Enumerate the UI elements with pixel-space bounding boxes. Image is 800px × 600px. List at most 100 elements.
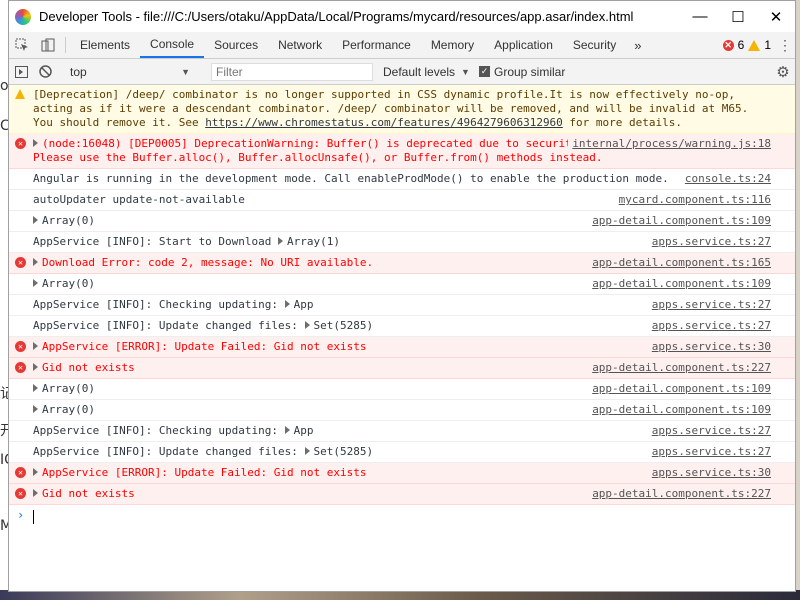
source-link[interactable]: app-detail.component.ts:109	[588, 403, 771, 417]
log-levels-label: Default levels	[383, 64, 456, 79]
tab-security[interactable]: Security	[563, 32, 626, 58]
source-link[interactable]: apps.service.ts:27	[648, 319, 771, 333]
expand-triangle-icon[interactable]	[284, 426, 290, 434]
device-icon	[41, 38, 55, 52]
expand-triangle-icon[interactable]	[33, 279, 38, 287]
dropdown-arrow-icon: ▼	[461, 66, 470, 77]
double-chevron-right-icon: »	[634, 37, 642, 53]
dropdown-arrow-icon: ▼	[181, 66, 190, 77]
object-preview[interactable]: Set(5285)	[314, 445, 374, 458]
console-message: console.ts:24 Angular is running in the d…	[9, 169, 795, 190]
issue-counts[interactable]: ✕ 6 1	[722, 32, 775, 58]
expand-triangle-icon[interactable]	[33, 489, 38, 497]
console-settings-button[interactable]: ⚙	[771, 63, 795, 81]
context-label: top	[70, 64, 87, 79]
devtools-tab-bar: Elements Console Sources Network Perform…	[9, 32, 795, 59]
expand-triangle-icon[interactable]	[33, 216, 38, 224]
source-link[interactable]: mycard.component.ts:116	[615, 193, 771, 207]
inspect-element-button[interactable]	[9, 32, 35, 58]
expand-triangle-icon[interactable]	[33, 363, 38, 371]
console-messages: [Deprecation] /deep/ combinator is no lo…	[9, 85, 795, 527]
filter-input[interactable]	[211, 62, 373, 81]
inspect-cursor-icon	[15, 38, 28, 51]
message-text: Array(0)	[42, 382, 95, 395]
object-preview[interactable]: App	[294, 298, 314, 311]
expand-triangle-icon[interactable]	[33, 384, 38, 392]
error-icon: ✕	[722, 39, 734, 51]
tab-performance[interactable]: Performance	[332, 32, 421, 58]
tab-sources[interactable]: Sources	[204, 32, 268, 58]
source-link[interactable]: apps.service.ts:30	[647, 466, 771, 480]
message-text: AppService [INFO]: Checking updating:	[33, 424, 285, 437]
source-link[interactable]: apps.service.ts:27	[648, 424, 771, 438]
message-text: Angular is running in the development mo…	[33, 172, 669, 185]
expand-triangle-icon[interactable]	[304, 447, 310, 455]
log-levels-dropdown[interactable]: Default levels ▼	[379, 65, 479, 79]
expand-triangle-icon[interactable]	[284, 300, 290, 308]
message-text: AppService [INFO]: Update changed files:	[33, 445, 305, 458]
console-message: [Deprecation] /deep/ combinator is no lo…	[9, 85, 795, 134]
message-text: Array(0)	[42, 214, 95, 227]
warning-count: 1	[764, 38, 771, 52]
more-tabs-button[interactable]: »	[626, 32, 649, 58]
expand-triangle-icon[interactable]	[278, 237, 284, 245]
tab-memory[interactable]: Memory	[421, 32, 484, 58]
console-message: apps.service.ts:27 AppService [INFO]: Upd…	[9, 316, 795, 337]
source-link[interactable]: app-detail.component.ts:109	[588, 277, 771, 291]
object-preview[interactable]: Array(1)	[287, 235, 340, 248]
minimize-button[interactable]: —	[681, 1, 719, 32]
console-message: app-detail.component.ts:109 Array(0)	[9, 400, 795, 421]
text-caret	[33, 510, 34, 524]
tab-console[interactable]: Console	[140, 32, 205, 58]
clear-icon	[38, 65, 52, 78]
expand-triangle-icon[interactable]	[33, 405, 38, 413]
maximize-button[interactable]: ☐	[719, 1, 757, 32]
source-link[interactable]: apps.service.ts:30	[647, 340, 771, 354]
clear-console-button[interactable]	[33, 65, 57, 78]
console-message: ✕ apps.service.ts:30 AppService [ERROR]: U…	[9, 337, 795, 358]
gear-icon: ⚙	[776, 63, 790, 81]
expand-triangle-icon[interactable]	[33, 342, 38, 350]
expand-triangle-icon[interactable]	[33, 468, 38, 476]
context-selector[interactable]: top ▼	[66, 65, 196, 79]
message-text: AppService [INFO]: Update changed files:	[33, 319, 305, 332]
maximize-icon: ☐	[731, 8, 745, 26]
source-link[interactable]: app-detail.component.ts:227	[588, 487, 771, 501]
console-message: apps.service.ts:27 AppService [INFO]: Upd…	[9, 442, 795, 463]
source-link[interactable]: app-detail.component.ts:109	[588, 214, 771, 228]
source-link[interactable]: app-detail.component.ts:109	[588, 382, 771, 396]
console-prompt[interactable]: ›	[9, 505, 795, 527]
prompt-chevron-icon: ›	[17, 508, 25, 522]
console-message: apps.service.ts:27 AppService [INFO]: Che…	[9, 295, 795, 316]
object-preview[interactable]: Set(5285)	[314, 319, 374, 332]
source-link[interactable]: internal/process/warning.js:18	[568, 137, 771, 151]
object-preview[interactable]: App	[294, 424, 314, 437]
error-icon: ✕	[15, 362, 26, 373]
close-button[interactable]: ✕	[757, 1, 795, 32]
expand-triangle-icon[interactable]	[33, 139, 38, 147]
expand-triangle-icon[interactable]	[33, 258, 38, 266]
source-link[interactable]: apps.service.ts:27	[648, 235, 771, 249]
show-sidebar-button[interactable]	[9, 65, 33, 78]
tab-elements[interactable]: Elements	[70, 32, 140, 58]
console-message: apps.service.ts:27 AppService [INFO]: Sta…	[9, 232, 795, 253]
tab-network[interactable]: Network	[268, 32, 332, 58]
warning-icon	[748, 39, 761, 51]
console-message: ✕ apps.service.ts:30 AppService [ERROR]: U…	[9, 463, 795, 484]
console-message: mycard.component.ts:116 autoUpdater updat…	[9, 190, 795, 211]
group-similar-checkbox[interactable]: ✓	[479, 66, 490, 77]
expand-triangle-icon[interactable]	[304, 321, 310, 329]
background-app-right	[796, 0, 800, 600]
group-similar-label: Group similar	[494, 64, 566, 79]
message-link[interactable]: https://www.chromestatus.com/features/49…	[205, 116, 563, 129]
more-options-button[interactable]: ⋮	[775, 32, 795, 58]
source-link[interactable]: console.ts:24	[681, 172, 771, 186]
source-link[interactable]: apps.service.ts:27	[648, 298, 771, 312]
source-link[interactable]: app-detail.component.ts:165	[588, 256, 771, 270]
source-link[interactable]: apps.service.ts:27	[648, 445, 771, 459]
source-link[interactable]: app-detail.component.ts:227	[588, 361, 771, 375]
message-text: AppService [ERROR]: Update Failed: Gid n…	[42, 466, 367, 479]
device-toolbar-button[interactable]	[35, 32, 61, 58]
message-text: Gid not exists	[42, 361, 135, 374]
tab-application[interactable]: Application	[484, 32, 563, 58]
